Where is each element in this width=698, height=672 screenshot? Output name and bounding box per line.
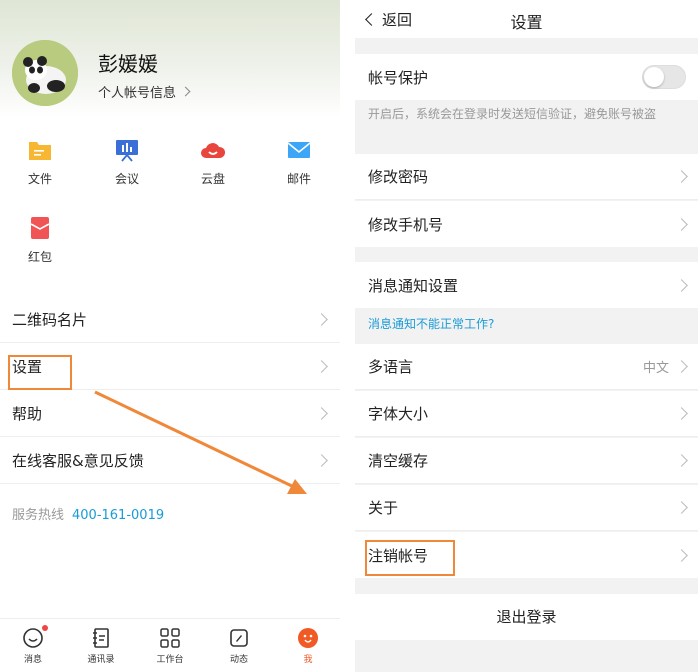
chevron-right-icon bbox=[315, 453, 328, 467]
app-mail[interactable]: 邮件 bbox=[269, 138, 329, 187]
workbench-icon bbox=[160, 628, 180, 648]
profile-menu: 二维码名片 设置 帮助 在线客服&意见反馈 bbox=[0, 296, 340, 484]
unread-badge bbox=[42, 625, 48, 631]
meeting-icon bbox=[116, 140, 138, 162]
app-label: 会议 bbox=[114, 172, 139, 186]
tab-label: 通讯录 bbox=[87, 655, 115, 665]
menu-item-label: 二维码名片 bbox=[12, 310, 88, 329]
language-value: 中文 bbox=[642, 361, 669, 376]
tab-label: 消息 bbox=[23, 655, 42, 665]
setting-clear-cache[interactable]: 清空缓存 bbox=[355, 438, 698, 484]
setting-label: 清空缓存 bbox=[368, 452, 429, 470]
app-cloud-drive[interactable]: 云盘 bbox=[183, 138, 243, 187]
chevron-right-icon bbox=[675, 407, 688, 420]
chevron-right-icon bbox=[675, 170, 688, 183]
app-label: 邮件 bbox=[286, 172, 311, 186]
red-envelope-icon bbox=[30, 217, 50, 239]
hotline-label: 服务热线 bbox=[12, 508, 65, 523]
app-label: 文件 bbox=[27, 172, 52, 186]
menu-item-help[interactable]: 帮助 bbox=[0, 390, 340, 437]
language-value-group: 中文 bbox=[642, 357, 688, 376]
setting-label: 多语言 bbox=[368, 358, 414, 376]
settings-highlight-box bbox=[8, 355, 72, 390]
chevron-right-icon bbox=[675, 454, 688, 467]
tab-label: 我 bbox=[303, 655, 313, 665]
tab-label: 动态 bbox=[229, 655, 248, 665]
app-files[interactable]: 文件 bbox=[10, 138, 70, 187]
app-label: 云盘 bbox=[200, 172, 225, 186]
folder-icon bbox=[29, 142, 51, 160]
message-icon bbox=[23, 628, 43, 648]
setting-label: 消息通知设置 bbox=[368, 276, 459, 295]
tab-messages[interactable]: 消息 bbox=[8, 625, 58, 665]
chevron-right-icon bbox=[315, 359, 328, 373]
chevron-right-icon bbox=[315, 406, 328, 420]
setting-change-phone[interactable]: 修改手机号 bbox=[355, 201, 698, 247]
bottom-tab-bar: 消息 通讯录 工作台 动态 我 bbox=[0, 618, 340, 672]
service-hotline: 服务热线 400-161-0019 bbox=[12, 504, 164, 523]
setting-change-password[interactable]: 修改密码 bbox=[355, 154, 698, 200]
setting-language[interactable]: 多语言 中文 bbox=[355, 344, 698, 390]
account-protection-hint: 开启后，系统会在登录时发送短信验证，避免账号被盗 bbox=[368, 107, 657, 121]
tab-label: 工作台 bbox=[156, 655, 184, 665]
moments-icon bbox=[230, 629, 248, 647]
chevron-right-icon bbox=[675, 548, 688, 562]
contacts-icon bbox=[93, 628, 109, 648]
setting-font-size[interactable]: 字体大小 bbox=[355, 391, 698, 437]
chevron-right-icon bbox=[675, 278, 688, 292]
back-button[interactable]: 返回 bbox=[365, 9, 413, 30]
setting-notifications[interactable]: 消息通知设置 bbox=[355, 262, 698, 308]
menu-item-support-feedback[interactable]: 在线客服&意见反馈 bbox=[0, 437, 340, 484]
account-protection-toggle[interactable] bbox=[642, 65, 686, 89]
setting-label: 修改手机号 bbox=[368, 215, 444, 234]
tab-contacts[interactable]: 通讯录 bbox=[76, 627, 126, 665]
profile-screen: 彭媛媛 个人帐号信息 文件 会议 云盘 邮件 红包 二维码名片 设置 帮助 在线… bbox=[0, 0, 340, 672]
settings-screen: 设置 返回 帐号保护 开启后，系统会在登录时发送短信验证，避免账号被盗 修改密码… bbox=[355, 0, 698, 672]
menu-item-label: 帮助 bbox=[12, 404, 43, 423]
chevron-right-icon bbox=[675, 360, 688, 373]
setting-label: 帐号保护 bbox=[368, 68, 429, 87]
chevron-right-icon bbox=[315, 312, 328, 326]
tab-me[interactable]: 我 bbox=[283, 627, 333, 665]
cloud-icon bbox=[201, 143, 226, 158]
back-label: 返回 bbox=[382, 11, 413, 29]
app-meeting[interactable]: 会议 bbox=[97, 138, 157, 187]
menu-item-qr-card[interactable]: 二维码名片 bbox=[0, 296, 340, 343]
tab-workbench[interactable]: 工作台 bbox=[145, 627, 195, 665]
user-name: 彭媛媛 bbox=[98, 52, 158, 76]
setting-about[interactable]: 关于 bbox=[355, 485, 698, 531]
logout-button[interactable]: 退出登录 bbox=[355, 594, 698, 640]
top-navigation-bar: 设置 返回 bbox=[355, 0, 698, 38]
app-red-envelope[interactable]: 红包 bbox=[10, 216, 70, 265]
account-info-label: 个人帐号信息 bbox=[98, 86, 177, 101]
chevron-right-icon bbox=[180, 86, 191, 97]
mail-icon bbox=[287, 142, 311, 158]
avatar[interactable] bbox=[12, 40, 78, 106]
panda-avatar-icon bbox=[12, 40, 78, 106]
delete-account-highlight-box bbox=[365, 540, 455, 576]
notification-help-link[interactable]: 消息通知不能正常工作? bbox=[368, 315, 494, 332]
setting-label: 修改密码 bbox=[368, 168, 429, 186]
chevron-right-icon bbox=[675, 217, 688, 231]
app-label: 红包 bbox=[27, 250, 52, 264]
tab-moments[interactable]: 动态 bbox=[214, 627, 264, 665]
setting-account-protection: 帐号保护 bbox=[355, 54, 698, 100]
hotline-number[interactable]: 400-161-0019 bbox=[72, 508, 164, 523]
chevron-left-icon bbox=[365, 13, 378, 26]
me-icon bbox=[298, 628, 318, 648]
setting-label: 关于 bbox=[368, 499, 399, 517]
menu-item-label: 在线客服&意见反馈 bbox=[12, 451, 144, 470]
chevron-right-icon bbox=[675, 501, 688, 514]
account-info-link[interactable]: 个人帐号信息 bbox=[98, 82, 191, 101]
setting-label: 字体大小 bbox=[368, 405, 429, 423]
